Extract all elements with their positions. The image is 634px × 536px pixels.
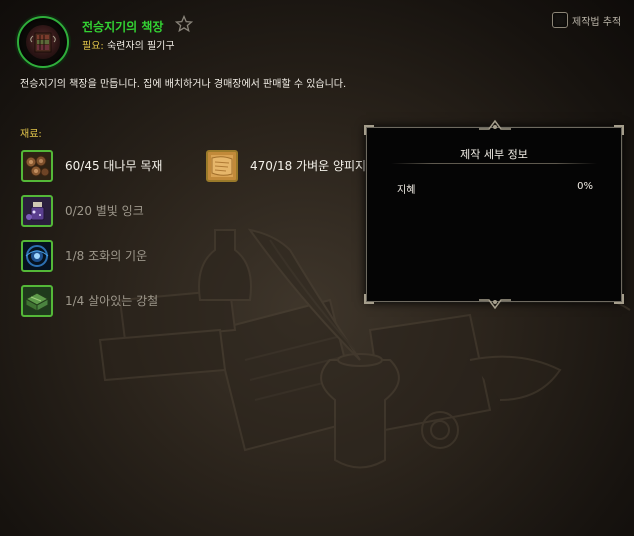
- track-recipe-toggle[interactable]: 제작법 추적: [552, 12, 621, 28]
- reagent-slot[interactable]: 1/4 살아있는 강철: [21, 285, 158, 317]
- light-parchment-icon: [206, 150, 238, 182]
- stat-value: 0%: [577, 181, 593, 192]
- favorite-star-icon[interactable]: [175, 15, 193, 33]
- bookcase-icon: [26, 25, 60, 59]
- spirit-of-harmony-icon: [21, 240, 53, 272]
- reagent-name: 0/20 별빛 잉크: [65, 204, 144, 218]
- reagent-name: 1/8 조화의 기운: [65, 249, 148, 263]
- details-divider: [391, 163, 597, 164]
- reagents-label: 재료:: [20, 129, 42, 140]
- panel-ornament-icon: [479, 119, 511, 130]
- required-label: 필요:: [82, 41, 104, 52]
- reagent-name: 60/45 대나무 목재: [65, 159, 163, 173]
- starlight-ink-icon: [21, 195, 53, 227]
- recipe-description: 전승지기의 책장을 만듭니다. 집에 배치하거나 경매장에서 판매할 수 있습니…: [20, 79, 347, 90]
- reagent-slot[interactable]: 60/45 대나무 목재: [21, 150, 162, 182]
- reagent-slot[interactable]: 1/8 조화의 기운: [21, 240, 147, 272]
- crafting-details-panel: 제작 세부 정보 지혜 0%: [364, 119, 624, 310]
- panel-ornament-icon: [479, 299, 511, 310]
- details-title: 제작 세부 정보: [460, 148, 528, 161]
- required-tool-name: 숙련자의 필기구: [106, 41, 175, 52]
- track-recipe-label: 제작법 추적: [572, 16, 622, 28]
- track-recipe-checkbox[interactable]: [552, 12, 568, 28]
- reagent-slot[interactable]: 0/20 별빛 잉크: [21, 195, 144, 227]
- reagent-name: 1/4 살아있는 강철: [65, 294, 159, 308]
- recipe-icon[interactable]: [17, 16, 69, 68]
- reagent-slot[interactable]: 470/18 가벼운 양피지: [206, 150, 370, 182]
- bamboo-lumber-icon: [21, 150, 53, 182]
- living-steel-icon: [21, 285, 53, 317]
- recipe-title: 전승지기의 책장: [82, 20, 164, 34]
- required-tool: 필요: 숙련자의 필기구: [82, 37, 175, 52]
- reagent-name: 470/18 가벼운 양피지: [250, 158, 367, 173]
- stat-label: 지혜: [397, 185, 416, 196]
